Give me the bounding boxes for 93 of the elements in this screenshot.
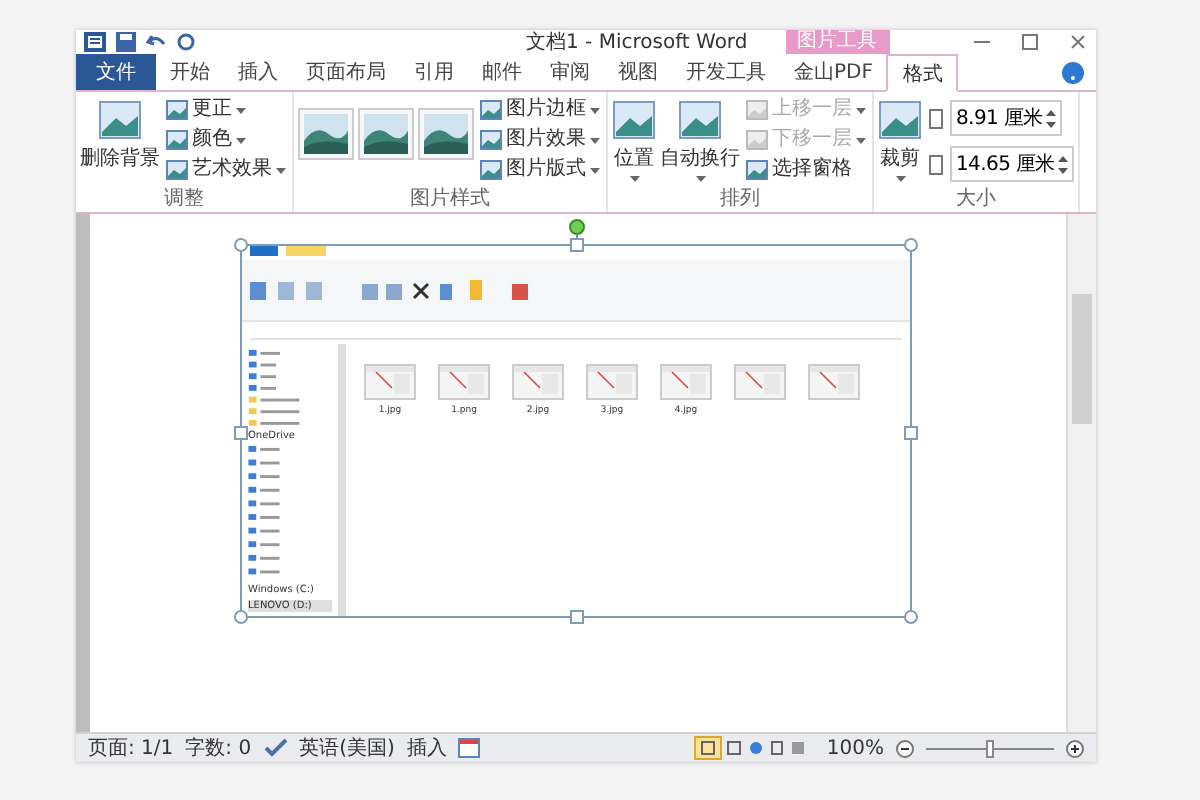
ribbon-tab[interactable]: 插入 [224,54,292,90]
folder-list-drawing [248,445,280,580]
picture-icon [98,100,142,140]
size-field[interactable]: 14.65 厘米 [950,146,1075,182]
close-icon[interactable] [1068,32,1088,52]
macro-icon[interactable] [458,738,481,758]
contextual-tab-label: 图片工具 [785,30,890,54]
image-thumbnail[interactable] [808,364,860,400]
spinner-icon[interactable] [1046,109,1057,127]
size-field[interactable]: 8.91 厘米 [950,100,1063,136]
zoom-slider-thumb[interactable] [986,739,994,757]
group-label: 图片样式 [408,188,492,212]
status-text[interactable]: 插入 [406,734,447,762]
caret-icon [590,107,600,113]
proofing-icon[interactable] [263,738,288,758]
picture-icon [166,160,188,180]
image-thumbnail[interactable] [364,364,416,400]
group-label: 排列 [718,188,762,212]
zoom-in-icon[interactable] [1066,739,1084,757]
caret-icon [590,137,600,143]
resize-handle[interactable] [570,610,584,624]
picture-icon [480,160,502,180]
zoom-out-icon[interactable] [896,739,914,757]
ribbon-tab[interactable]: 引用 [400,54,468,90]
ribbon-button[interactable]: 位置 [612,96,656,186]
caret-icon [629,176,639,182]
size-icon [926,107,946,129]
resize-handle[interactable] [234,238,248,252]
ribbon-button[interactable]: 颜色 [164,126,288,154]
ribbon-tab[interactable]: 视图 [604,54,672,90]
caret-icon [695,176,705,182]
ribbon-tab[interactable]: 开发工具 [672,54,780,90]
image-thumbnail[interactable] [438,364,490,400]
picture-icon [480,130,502,150]
ribbon-button[interactable]: 选择窗格 [744,156,868,184]
picture-icon [678,100,722,140]
caret-icon [276,167,286,173]
image-thumbnail[interactable] [734,364,786,400]
resize-handle[interactable] [904,610,918,624]
ribbon-tab[interactable]: 审阅 [536,54,604,90]
ribbon-tab[interactable]: 邮件 [468,54,536,90]
picture-icon [878,100,922,140]
caret-icon [856,137,866,143]
window-title: 文档1 - Microsoft Word [526,29,748,56]
picture-icon [166,130,188,150]
ribbon-tab[interactable]: 页面布局 [292,54,400,90]
status-text[interactable]: 页面: 1/1 [88,734,174,762]
resize-handle[interactable] [904,238,918,252]
ribbon-button[interactable]: 图片版式 [478,156,602,184]
spinner-icon[interactable] [1058,155,1069,173]
image-thumbnail[interactable] [660,364,712,400]
picture-icon [166,100,188,120]
picture-icon [612,100,656,140]
picture-style-thumbnail[interactable] [418,108,474,160]
image-thumbnail[interactable] [512,364,564,400]
redo-icon[interactable] [176,32,196,52]
ribbon-button[interactable]: 艺术效果 [164,156,288,184]
ribbon-button[interactable]: 图片效果 [478,126,602,154]
resize-handle[interactable] [570,238,584,252]
group-label: 调整 [162,188,206,212]
ribbon-tab[interactable]: 文件 [76,54,156,90]
image-thumbnail[interactable] [586,364,638,400]
size-icon [926,153,946,175]
caret-icon [236,137,246,143]
ribbon-button[interactable]: 图片边框 [478,96,602,124]
ribbon-button[interactable]: 裁剪 [878,96,922,186]
vertical-scrollbar[interactable] [1066,214,1096,732]
ribbon-button[interactable]: 删除背景 [80,96,160,176]
maximize-icon[interactable] [1020,32,1040,52]
ribbon-tab[interactable]: 格式 [886,54,959,92]
resize-handle[interactable] [904,426,918,440]
save-icon[interactable] [116,32,136,52]
status-text[interactable]: 字数: 0 [185,734,252,762]
zoom-level[interactable]: 100% [826,737,884,759]
status-text[interactable]: 英语(美国) [299,734,395,762]
caret-icon [856,107,866,113]
caret-icon [236,107,246,113]
resize-handle[interactable] [234,426,248,440]
group-label: 大小 [954,188,999,212]
picture-style-thumbnail[interactable] [358,108,414,160]
picture-icon [746,130,768,150]
picture-style-thumbnail[interactable] [298,108,354,160]
ribbon-tab[interactable]: 开始 [156,54,224,90]
caret-icon [895,176,905,182]
caret-icon [590,167,600,173]
ribbon-button[interactable]: 自动换行 [660,96,740,186]
picture-icon [746,100,768,120]
help-icon[interactable] [1062,61,1084,83]
picture-icon [480,100,502,120]
ribbon-button[interactable]: 更正 [164,96,288,124]
picture-icon [746,160,768,180]
ribbon-tab[interactable]: 金山PDF [780,54,887,90]
resize-handle[interactable] [234,610,248,624]
